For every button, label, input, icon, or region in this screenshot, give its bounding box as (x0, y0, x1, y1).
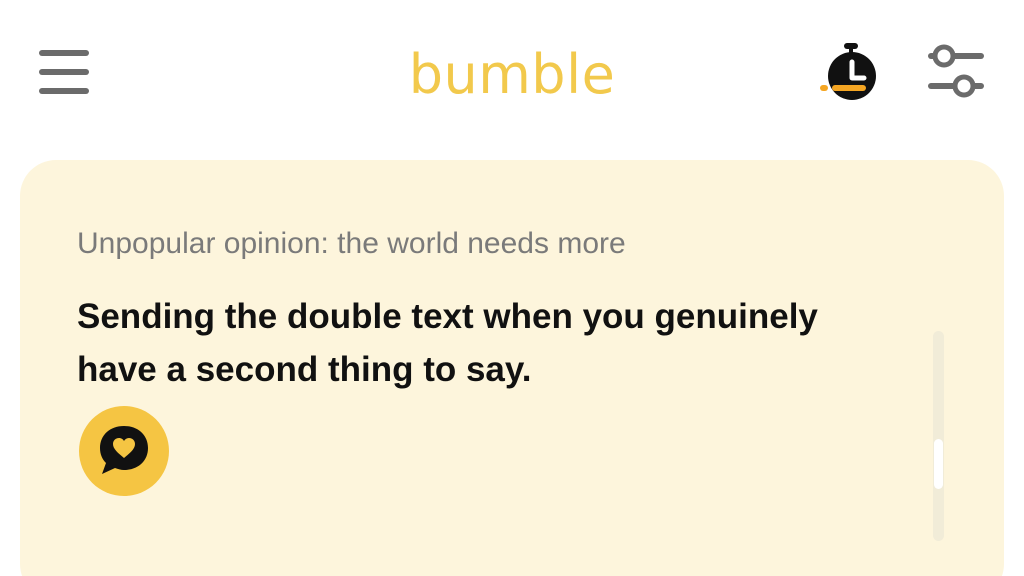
scrollbar-thumb[interactable] (934, 439, 943, 489)
profile-prompt-card: Unpopular opinion: the world needs more … (20, 160, 1004, 576)
prompt-answer: Sending the double text when you genuine… (77, 297, 818, 389)
heart-speech-bubble-icon (100, 426, 148, 474)
prompt-question: Unpopular opinion: the world needs more (77, 227, 626, 260)
timer-button[interactable] (818, 40, 884, 106)
stopwatch-icon (820, 43, 876, 100)
top-bar: bumble (0, 0, 1024, 150)
filter-button[interactable] (920, 40, 990, 106)
react-to-prompt-button[interactable] (79, 406, 169, 496)
sliders-filter-icon (928, 44, 984, 98)
card-scrollbar[interactable] (933, 331, 944, 541)
app-screen: bumble Unpopular opinion: the world need… (0, 0, 1024, 576)
